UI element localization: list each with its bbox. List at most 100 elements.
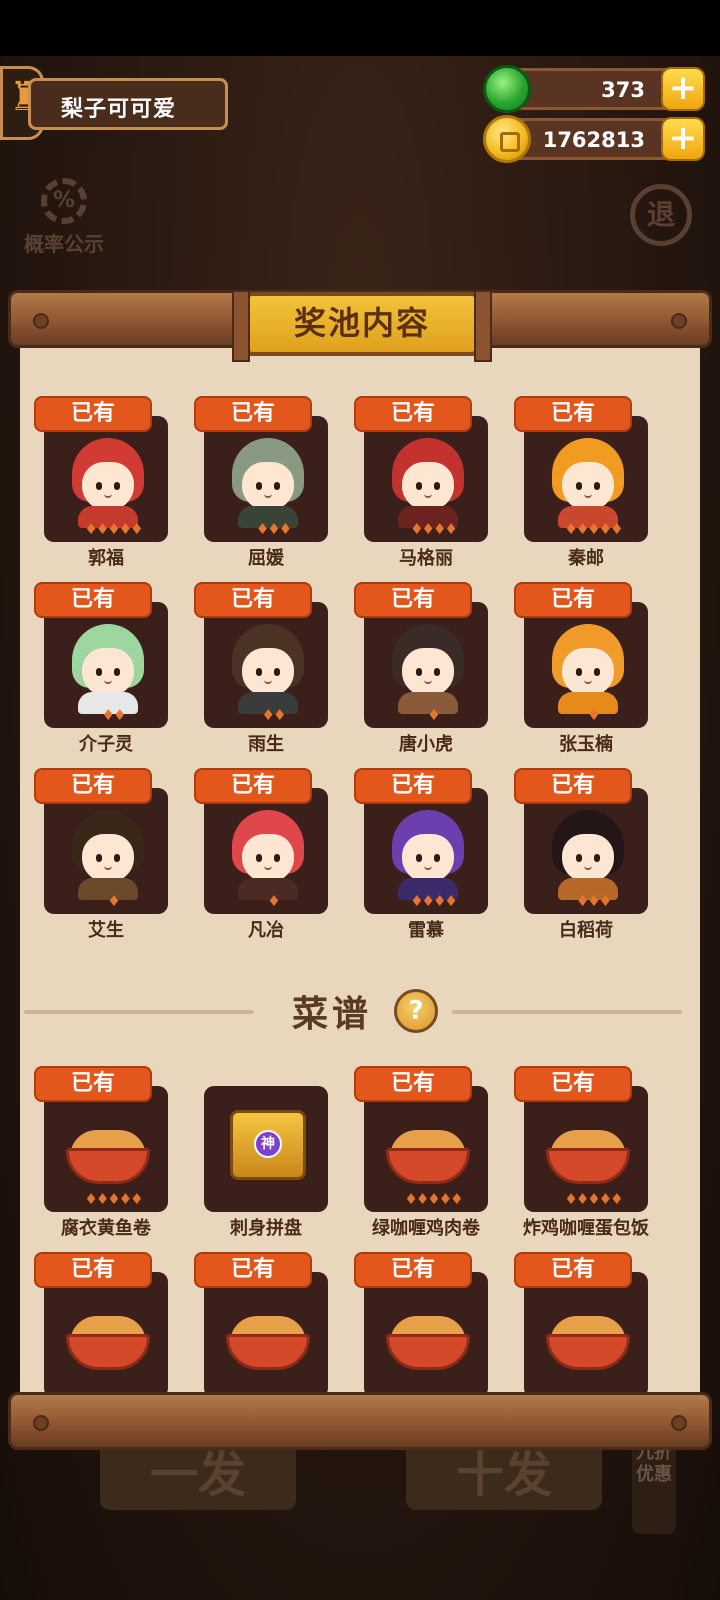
character-name: 介子灵 <box>79 734 133 755</box>
character-card[interactable]: ♦♦♦♦♦ 已有 郭福 <box>34 396 168 569</box>
add-coins-button[interactable]: + <box>661 117 705 161</box>
star-rating: ♦ <box>587 706 600 724</box>
star-rating: ♦♦♦♦ <box>410 520 458 538</box>
probability-button[interactable]: % 概率公示 <box>18 178 110 257</box>
help-icon[interactable]: ? <box>394 989 438 1033</box>
recipe-name: 绿咖喱鸡肉卷 <box>372 1218 480 1239</box>
single-draw-label: 一发 <box>149 1447 246 1503</box>
portrait-tile: ♦ <box>204 788 328 914</box>
gem-value: 373 <box>601 78 645 102</box>
eye <box>96 668 102 676</box>
eye <box>96 854 102 862</box>
character-name: 白稻荷 <box>559 920 613 941</box>
add-gems-button[interactable]: + <box>661 67 705 111</box>
star-rating: ♦♦♦♦ <box>410 892 458 910</box>
eye <box>256 854 262 862</box>
character-card[interactable]: ♦ 已有 艾生 <box>34 768 168 941</box>
character-face <box>562 462 614 510</box>
player-name-box[interactable]: 梨子可可爱 <box>28 78 228 130</box>
discount-tag: 九折优惠 <box>632 1436 676 1534</box>
eye <box>594 854 600 862</box>
character-card[interactable]: ♦♦♦ 已有 白稻荷 <box>514 768 648 941</box>
recipe-card[interactable]: ♦♦♦♦♦ 已有 炸鸡咖喱蛋包饭 <box>514 1066 649 1239</box>
ten-draw-label: 十发 <box>455 1447 552 1503</box>
recipe-card[interactable]: 已有 <box>34 1252 168 1398</box>
character-name: 唐小虎 <box>399 734 453 755</box>
character-card[interactable]: ♦ 已有 凡冶 <box>194 768 328 941</box>
recipe-name: 炸鸡咖喱蛋包饭 <box>523 1218 649 1239</box>
mouth <box>424 494 432 498</box>
recipe-card[interactable]: ♦♦♦♦♦ 已有绿咖喱鸡肉卷 <box>354 1066 488 1239</box>
mouth <box>264 494 272 498</box>
portrait-tile: ♦♦♦ <box>204 416 328 542</box>
character-name: 郭福 <box>88 548 124 569</box>
eye <box>114 482 120 490</box>
recipe-name: 刺身拼盘 <box>230 1218 302 1239</box>
eye <box>576 854 582 862</box>
recipe-card[interactable]: 已有 <box>354 1252 488 1398</box>
eye <box>434 482 440 490</box>
player-name: 梨子可可爱 <box>61 97 177 122</box>
pool-panel: ♦♦♦♦♦ 已有 郭福 ♦♦♦ 已有 屈媛 ♦♦♦♦ 已有 马格丽 ♦♦♦♦♦ 已有 秦邮 ♦♦ 已有 介子… <box>20 340 700 1398</box>
portrait-tile: ♦ <box>364 602 488 728</box>
star-rating: ♦ <box>107 892 120 910</box>
owned-badge: 已有 <box>514 768 632 804</box>
eye <box>434 854 440 862</box>
owned-badge: 已有 <box>354 1252 472 1288</box>
star-rating: ♦♦♦♦♦ <box>404 1190 463 1208</box>
eye <box>274 482 280 490</box>
portrait-tile: ♦♦♦♦♦ <box>44 416 168 542</box>
owned-badge: 已有 <box>354 768 472 804</box>
gem-counter: 373 + <box>483 65 705 113</box>
portrait-tile: ♦ <box>44 788 168 914</box>
character-card[interactable]: ♦♦♦♦♦ 已有 秦邮 <box>514 396 648 569</box>
character-card[interactable]: ♦♦ 已有 介子灵 <box>34 582 168 755</box>
owned-badge: 已有 <box>194 396 312 432</box>
ten-draw-button[interactable]: 十发 <box>406 1440 602 1510</box>
dish-bowl <box>546 1334 630 1370</box>
eye <box>594 668 600 676</box>
gem-icon <box>483 65 531 113</box>
portrait-tile: ♦ <box>524 602 648 728</box>
character-card[interactable]: ♦♦♦ 已有 屈媛 <box>194 396 328 569</box>
dish-bowl <box>226 1334 310 1370</box>
character-card[interactable]: ♦♦♦♦ 已有 雷慕 <box>354 768 488 941</box>
star-rating: ♦♦♦♦♦ <box>564 520 623 538</box>
character-face <box>82 834 134 882</box>
owned-badge: 已有 <box>514 582 632 618</box>
divider-line-left <box>24 1010 254 1014</box>
gacha-screen: { "player": {"name": "梨子可可爱"}, "currency… <box>0 0 720 1600</box>
eye <box>434 668 440 676</box>
character-card[interactable]: ♦♦ 已有 雨生 <box>194 582 328 755</box>
owned-badge: 已有 <box>194 582 312 618</box>
panel-title: 奖池内容 <box>232 290 492 362</box>
exit-button[interactable]: 退 <box>630 184 692 246</box>
coin-value: 1762813 <box>542 128 645 152</box>
star-rating: ♦♦♦♦♦ <box>84 1190 143 1208</box>
portrait-tile: ♦♦♦♦♦ <box>524 416 648 542</box>
recipe-card[interactable]: 已有 <box>514 1252 648 1398</box>
portrait-tile: ♦♦♦♦ <box>364 788 488 914</box>
recipe-card[interactable]: 神刺身拼盘 <box>194 1066 328 1239</box>
character-card[interactable]: ♦ 已有 张玉楠 <box>514 582 648 755</box>
mouth <box>424 680 432 684</box>
character-card[interactable]: ♦♦♦♦ 已有 马格丽 <box>354 396 488 569</box>
probability-label: 概率公示 <box>24 232 104 256</box>
eye <box>576 482 582 490</box>
dish-bowl <box>66 1148 150 1184</box>
exit-label: 退 <box>646 198 675 231</box>
eye <box>594 482 600 490</box>
single-draw-button[interactable]: 一发 <box>100 1440 296 1510</box>
character-face <box>242 648 294 696</box>
character-card[interactable]: ♦ 已有唐小虎 <box>354 582 488 755</box>
owned-badge: 已有 <box>354 582 472 618</box>
portrait-tile: ♦♦ <box>44 602 168 728</box>
owned-badge: 已有 <box>354 1066 472 1102</box>
dish-tile: 神 <box>204 1086 328 1212</box>
recipe-card[interactable]: 已有 <box>194 1252 328 1398</box>
help-glyph: ? <box>408 996 424 1026</box>
recipe-card[interactable]: ♦♦♦♦♦ 已有 腐衣黄鱼卷 <box>34 1066 168 1239</box>
mouth <box>584 866 592 870</box>
dish-tile: ♦♦♦♦♦ <box>524 1086 648 1212</box>
coin-icon <box>483 115 531 163</box>
